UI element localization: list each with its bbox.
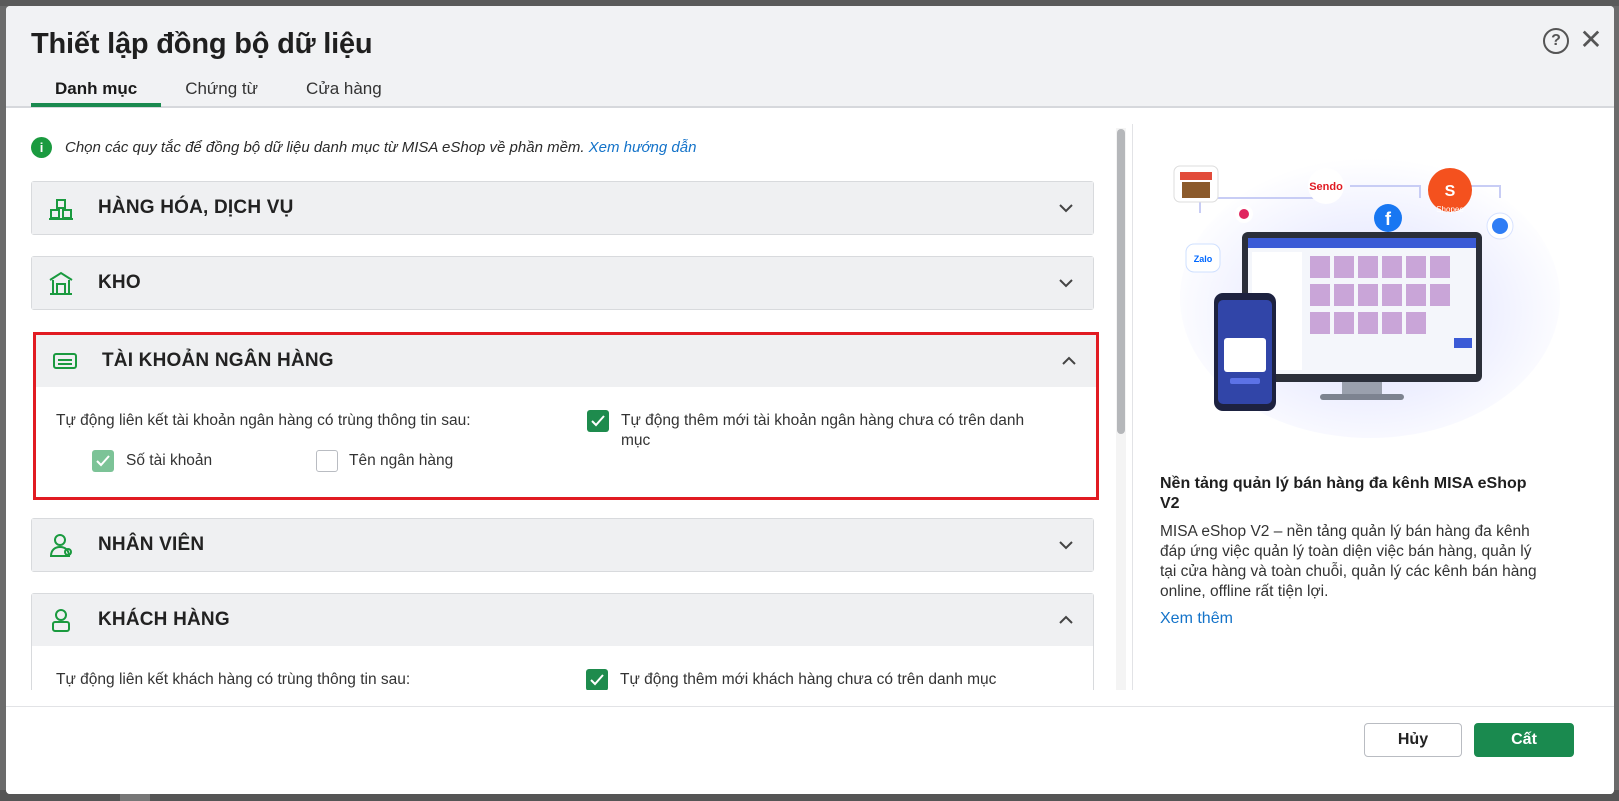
- eshop-promo-illustration: Sendo Shopee S f Zalo: [1173, 158, 1560, 438]
- chevron-down-icon[interactable]: [1057, 536, 1075, 554]
- section-header[interactable]: HÀNG HÓA, DỊCH VỤ: [32, 182, 1093, 234]
- read-more-link[interactable]: Xem thêm: [1160, 610, 1233, 628]
- zalo-logo-text: Zalo: [1194, 254, 1213, 264]
- help-icon[interactable]: ?: [1543, 28, 1569, 54]
- promo-description: MISA eShop V2 – nền tảng quản lý bán hàn…: [1160, 523, 1537, 600]
- dialog-footer: Hủy Cất: [6, 706, 1614, 794]
- svg-text:f: f: [1385, 209, 1392, 229]
- guide-link[interactable]: Xem hướng dẫn: [589, 139, 697, 156]
- info-icon: i: [31, 136, 52, 158]
- section-title: KHÁCH HÀNG: [98, 609, 230, 630]
- warehouse-icon: [49, 271, 73, 295]
- close-icon[interactable]: ✕: [1578, 26, 1604, 54]
- tab-vouchers[interactable]: Chứng từ: [161, 69, 282, 107]
- tab-catalog[interactable]: Danh mục: [31, 69, 162, 107]
- account-number-checkbox[interactable]: [92, 450, 114, 472]
- customer-icon: [52, 609, 70, 632]
- link-rule-label: Tự động liên kết tài khoản ngân hàng có …: [56, 412, 471, 429]
- sendo-logo-text: Sendo: [1309, 181, 1343, 193]
- dialog-header: Thiết lập đồng bộ dữ liệu Danh mục Chứng…: [6, 6, 1614, 108]
- cancel-button[interactable]: Hủy: [1364, 723, 1462, 757]
- section-title: NHÂN VIÊN: [98, 534, 205, 555]
- section-bank-accounts: TÀI KHOẢN NGÂN HÀNG Tự động liên kết tài…: [33, 332, 1099, 500]
- boxes-icon: [49, 199, 73, 220]
- bank-name-checkbox[interactable]: [316, 450, 338, 472]
- chevron-up-icon[interactable]: [1060, 352, 1078, 370]
- shopee-logo-text: Shopee: [1436, 205, 1464, 214]
- link-rule-label: Tự động liên kết khách hàng có trùng thô…: [56, 671, 411, 688]
- section-header[interactable]: KHÁCH HÀNG: [32, 594, 1093, 646]
- chevron-up-icon[interactable]: [1057, 611, 1075, 629]
- section-customers: KHÁCH HÀNG Tự động liên kết khách hàng c…: [31, 593, 1094, 690]
- scrollbar-thumb[interactable]: [1117, 129, 1125, 434]
- section-body: Tự động liên kết tài khoản ngân hàng có …: [36, 387, 1096, 497]
- auto-add-bank-checkbox[interactable]: [587, 410, 609, 432]
- rules-panel: i Chọn các quy tắc để đồng bộ dữ liệu da…: [31, 110, 1131, 690]
- chevron-down-icon[interactable]: [1057, 199, 1075, 217]
- info-text: Chọn các quy tắc để đồng bộ dữ liệu danh…: [65, 138, 585, 156]
- section-header[interactable]: TÀI KHOẢN NGÂN HÀNG: [36, 335, 1096, 387]
- svg-text:S: S: [1445, 183, 1456, 200]
- section-title: TÀI KHOẢN NGÂN HÀNG: [102, 350, 334, 371]
- dialog-title: Thiết lập đồng bộ dữ liệu: [31, 28, 373, 60]
- tab-stores[interactable]: Cửa hàng: [282, 69, 406, 107]
- auto-add-bank-label: Tự động thêm mới tài khoản ngân hàng chư…: [621, 412, 1025, 429]
- dialog-content: i Chọn các quy tắc để đồng bộ dữ liệu da…: [6, 110, 1614, 690]
- auto-add-customer-checkbox[interactable]: [586, 669, 608, 690]
- chevron-down-icon[interactable]: [1057, 274, 1075, 292]
- auto-add-customer-label: Tự động thêm mới khách hàng chưa có trên…: [620, 671, 997, 688]
- save-button[interactable]: Cất: [1474, 723, 1574, 757]
- info-banner: i Chọn các quy tắc để đồng bộ dữ liệu da…: [31, 134, 696, 160]
- section-warehouse: KHO: [31, 256, 1094, 310]
- section-goods-services: HÀNG HÓA, DỊCH VỤ: [31, 181, 1094, 235]
- bank-card-icon: [53, 353, 77, 369]
- promo-title: Nền tảng quản lý bán hàng đa kênh MISA e…: [1160, 475, 1527, 512]
- bank-name-label: Tên ngân hàng: [349, 452, 454, 469]
- auto-add-bank-label-cont: mục: [621, 432, 651, 449]
- section-employees: NHÂN VIÊN: [31, 518, 1094, 572]
- employee-icon: [49, 534, 72, 557]
- section-header[interactable]: NHÂN VIÊN: [32, 519, 1093, 571]
- section-body: Tự động liên kết khách hàng có trùng thô…: [32, 646, 1093, 690]
- section-header[interactable]: KHO: [32, 257, 1093, 309]
- promo-panel: Sendo Shopee S f Zalo Nền tảng quản lý b…: [1160, 110, 1600, 690]
- tab-bar: Danh mục Chứng từ Cửa hàng: [31, 69, 406, 107]
- sync-settings-dialog: Thiết lập đồng bộ dữ liệu Danh mục Chứng…: [6, 6, 1614, 794]
- account-number-label: Số tài khoản: [126, 452, 213, 469]
- panel-divider: [1132, 124, 1133, 690]
- section-title: HÀNG HÓA, DỊCH VỤ: [98, 197, 294, 218]
- section-title: KHO: [98, 272, 141, 293]
